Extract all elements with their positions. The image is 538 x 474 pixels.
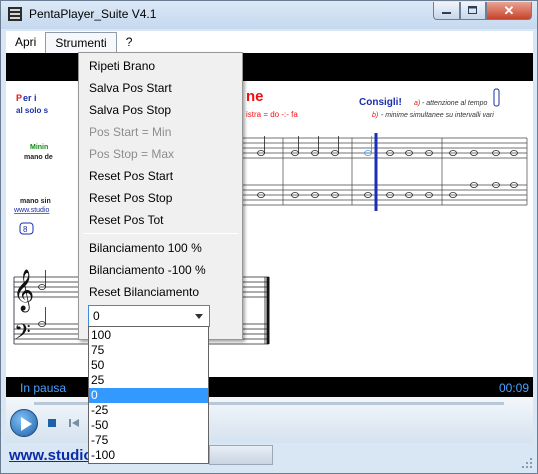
previous-icon[interactable] [68,417,80,429]
menu-bilanciamento-100[interactable]: Bilanciamento 100 % [89,241,202,255]
menu-reset-pos-start[interactable]: Reset Pos Start [89,169,173,183]
balance-option[interactable]: 75 [89,343,208,358]
play-button[interactable] [10,409,38,437]
balance-option[interactable]: 25 [89,373,208,388]
measure-badge: 8 [23,225,28,234]
minimize-button[interactable] [433,2,460,20]
sheet-formula: istra = do -:- fa [246,110,298,119]
balance-option[interactable]: 50 [89,358,208,373]
window-title: PentaPlayer_Suite V4.1 [29,7,157,21]
resize-grip-icon[interactable] [521,457,533,469]
menu-strumenti[interactable]: Strumenti [45,31,117,53]
maximize-icon [468,6,477,14]
menu-reset-pos-tot[interactable]: Reset Pos Tot [89,213,163,227]
consigli-a-label: a) [414,100,420,107]
left-text-1: P [16,93,22,103]
menu-help[interactable]: ? [117,32,142,52]
consigli-b-label: b) [372,112,378,119]
left-text-5: mano sin [20,198,51,205]
left-text-2: al solo s [16,106,49,115]
menu-separator [83,233,238,234]
balance-option[interactable]: -100 [89,448,208,463]
consigli-title: Consigli! [359,97,402,108]
website-link[interactable]: www.studio [9,447,93,464]
consigli-b: - minime simultanee su intervalli vari [381,112,494,119]
balance-option[interactable]: -75 [89,433,208,448]
stop-icon[interactable] [46,417,58,429]
app-logo-icon [8,7,22,21]
menu-reset-bilanciamento[interactable]: Reset Bilanciamento [89,285,199,299]
bass-clef-icon: 𝄢 [14,319,31,349]
balance-option[interactable]: -50 [89,418,208,433]
consigli-a: - attenzione al tempo [422,100,487,107]
menu-bar: Apri Strumenti ? [6,31,533,53]
maximize-button[interactable] [460,2,486,20]
chevron-down-icon[interactable] [195,314,203,319]
playback-time: 00:09 [498,381,529,395]
menu-bilanciamento-minus-100[interactable]: Bilanciamento -100 % [89,263,206,277]
player-controls [6,397,533,443]
footer-button[interactable] [209,445,273,465]
balance-select[interactable]: 0 [88,305,210,327]
left-text-4: mano de [24,154,53,161]
app-window: PentaPlayer_Suite V4.1 ✕ Apri Strumenti … [0,0,538,474]
close-icon: ✕ [503,2,515,18]
menu-salva-pos-stop[interactable]: Salva Pos Stop [89,103,171,117]
balance-select-value: 0 [93,309,100,323]
balance-option[interactable]: 100 [89,328,208,343]
balance-options-list: 100 75 50 25 0 -25 -50 -75 -100 [88,326,209,464]
menu-pos-start-min: Pos Start = Min [89,125,172,139]
left-text-3: Minin [30,144,48,151]
footer: www.studio [1,443,537,473]
playback-status: In pausa [20,381,67,395]
treble-clef-icon: 𝄞 [13,269,34,312]
menu-apri[interactable]: Apri [6,32,45,52]
strumenti-menu: Ripeti Brano Salva Pos Start Salva Pos S… [78,52,243,340]
title-bar[interactable]: PentaPlayer_Suite V4.1 ✕ [1,1,537,29]
close-button[interactable]: ✕ [486,2,532,20]
balance-option-selected[interactable]: 0 [89,388,208,403]
menu-salva-pos-start[interactable]: Salva Pos Start [89,81,172,95]
menu-reset-pos-stop[interactable]: Reset Pos Stop [89,191,172,205]
menu-pos-stop-max: Pos Stop = Max [89,147,175,161]
menu-ripeti-brano[interactable]: Ripeti Brano [89,59,155,73]
left-text-6: www.studio [13,207,50,214]
balance-option[interactable]: -25 [89,403,208,418]
left-text-1b: er i [23,93,37,103]
sheet-heading: ne [246,88,264,105]
cursor-icon [493,88,500,107]
minimize-icon [441,11,451,14]
